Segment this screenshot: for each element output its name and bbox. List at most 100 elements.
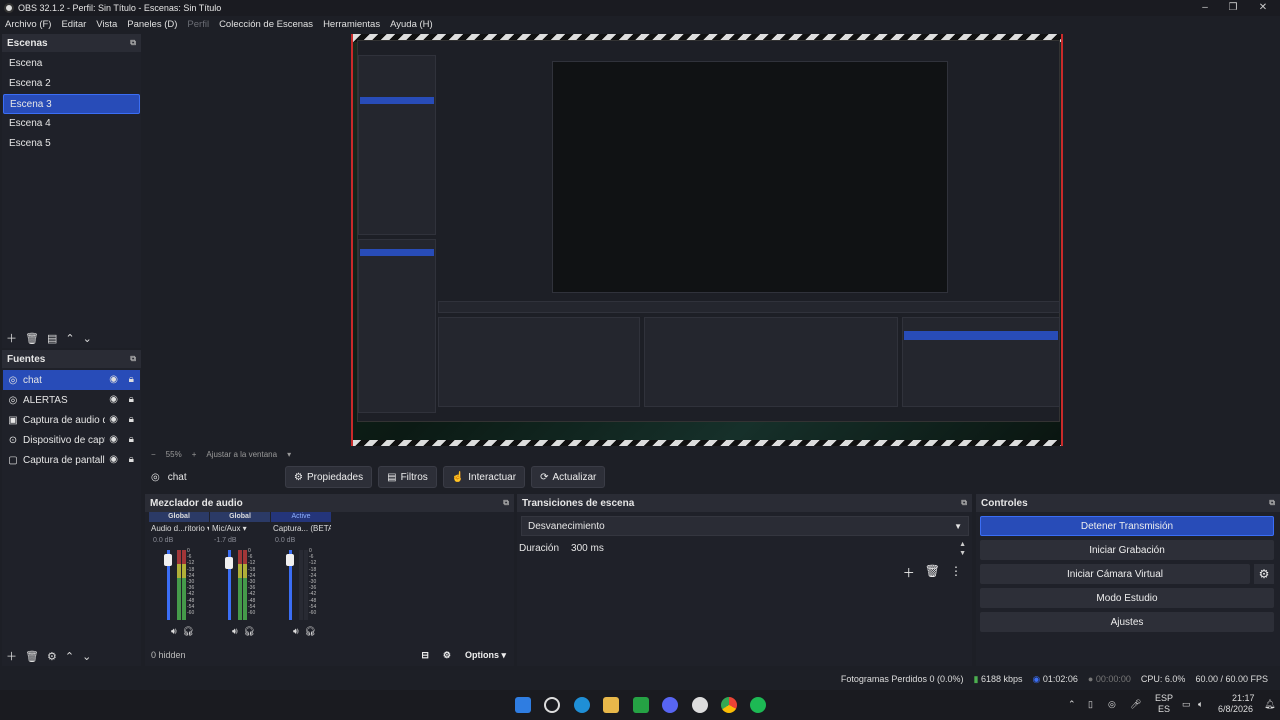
refresh-button[interactable]: ⟳ Actualizar [531, 466, 606, 488]
chrome-icon[interactable] [721, 697, 737, 713]
menu-vista[interactable]: Vista [91, 19, 122, 30]
clock-date[interactable]: 6/8/2026 [1218, 704, 1253, 714]
chevron-up-icon[interactable]: ⌃ [1068, 699, 1076, 710]
speaker-icon[interactable]: 🔊︎ [232, 626, 238, 637]
language-indicator[interactable]: ESP [1155, 693, 1173, 703]
source-item[interactable]: ▣ Captura de audio de ◉ 🔒︎ [3, 410, 140, 430]
scene-filters-icon[interactable]: ▤ [47, 332, 57, 345]
move-down-icon[interactable]: ⌄ [82, 650, 91, 663]
volume-fader-handle[interactable] [225, 557, 233, 569]
duration-stepper[interactable]: ▲ ▼ [959, 540, 966, 558]
remove-source-icon[interactable]: 🗑 [25, 650, 39, 663]
start-virtual-camera-button[interactable]: Iniciar Cámara Virtual [980, 564, 1250, 584]
menu-paneles[interactable]: Paneles (D) [122, 19, 182, 30]
add-scene-icon[interactable]: ＋ [6, 330, 17, 346]
studio-mode-button[interactable]: Modo Estudio [980, 588, 1274, 608]
discord-icon[interactable] [662, 697, 678, 713]
layout-toggle-icon[interactable]: ⊟ [421, 650, 429, 661]
edge-browser-icon[interactable] [574, 697, 590, 713]
remove-transition-icon[interactable]: 🗑 [925, 564, 940, 581]
usb-icon[interactable]: ▯ [1088, 699, 1093, 710]
scene-item[interactable]: Escena 5 [3, 134, 140, 154]
lock-icon[interactable]: 🔒︎ [129, 454, 134, 465]
volume-fader-handle[interactable] [164, 554, 172, 566]
scene-item[interactable]: Escena 4 [3, 114, 140, 134]
properties-button[interactable]: ⚙ Propiedades [285, 466, 373, 488]
visibility-eye-icon[interactable]: ◉ [109, 414, 118, 425]
headphones-icon[interactable]: 🎧︎ [244, 626, 255, 637]
chevron-down-icon[interactable]: ▾ [287, 450, 291, 459]
move-up-icon[interactable]: ⌃ [65, 332, 74, 345]
close-icon[interactable]: ✕ [1248, 0, 1278, 16]
hidden-count[interactable]: 0 hidden [151, 650, 186, 660]
network-icon[interactable]: ▭ [1182, 699, 1191, 710]
channel-name[interactable]: Captura... (BETA) ▾ [271, 522, 331, 536]
interact-button[interactable]: ☝ Interactuar [442, 466, 526, 488]
menu-herramientas[interactable]: Herramientas [318, 19, 385, 30]
notification-icon[interactable]: 🔔︎ [1264, 699, 1275, 710]
spotify-icon[interactable] [750, 697, 766, 713]
transition-select[interactable]: Desvanecimiento ▼ [521, 516, 969, 536]
clock-time[interactable]: 21:17 [1232, 693, 1255, 703]
lock-icon[interactable]: 🔒︎ [129, 394, 134, 405]
headphones-icon[interactable]: 🎧︎ [183, 626, 194, 637]
volume-fader-handle[interactable] [286, 554, 294, 566]
source-item[interactable]: ▢ Captura de pantalla ◉ 🔒︎ [3, 450, 140, 470]
move-up-icon[interactable]: ⌃ [65, 650, 74, 663]
search-icon[interactable] [544, 697, 560, 713]
headphones-icon[interactable]: 🎧︎ [305, 626, 316, 637]
stop-stream-button[interactable]: Detener Transmisión [980, 516, 1274, 536]
zoom-out-icon[interactable]: − [151, 450, 156, 459]
float-dock-icon[interactable]: ⧉ [130, 354, 136, 364]
channel-name[interactable]: Mic/Aux ▾ [210, 522, 270, 536]
whatsapp-icon[interactable] [633, 697, 649, 713]
lock-icon[interactable]: 🔒︎ [129, 414, 134, 425]
speaker-icon[interactable]: 🔊︎ [293, 626, 299, 637]
menu-coleccion-escenas[interactable]: Colección de Escenas [214, 19, 318, 30]
scene-item-selected[interactable]: Escena 3 [3, 94, 140, 114]
source-properties-icon[interactable]: ⚙ [47, 650, 57, 663]
lock-icon[interactable]: 🔒︎ [129, 374, 134, 385]
microphone-icon[interactable]: 🎤︎ [1130, 699, 1141, 710]
scene-item[interactable]: Escena [3, 54, 140, 74]
minimize-icon[interactable]: – [1190, 0, 1220, 16]
duration-input[interactable]: 300 ms [571, 543, 604, 554]
scene-item[interactable]: Escena 2 [3, 74, 140, 94]
visibility-eye-icon[interactable]: ◉ [109, 394, 118, 405]
settings-button[interactable]: Ajustes [980, 612, 1274, 632]
channel-name[interactable]: Audio d...ritorio ▾ [149, 522, 209, 536]
zoom-in-icon[interactable]: + [192, 450, 197, 459]
float-dock-icon[interactable]: ⧉ [130, 38, 136, 48]
float-dock-icon[interactable]: ⧉ [961, 498, 967, 508]
menu-editar[interactable]: Editar [56, 19, 91, 30]
filters-button[interactable]: ▤ Filtros [378, 466, 437, 488]
speaker-icon[interactable]: 🔊︎ [171, 626, 177, 637]
start-recording-button[interactable]: Iniciar Grabación [980, 540, 1274, 560]
obs-taskbar-icon[interactable] [692, 697, 708, 713]
file-explorer-icon[interactable] [603, 697, 619, 713]
options-button[interactable]: Options ▾ [465, 650, 506, 661]
float-dock-icon[interactable]: ⧉ [503, 498, 509, 508]
mixer-settings-icon[interactable]: ⚙ [443, 650, 451, 661]
remove-scene-icon[interactable]: 🗑 [25, 332, 39, 345]
fit-window-select[interactable]: Ajustar a la ventana [206, 450, 277, 459]
visibility-eye-icon[interactable]: ◉ [109, 454, 118, 465]
menu-ayuda[interactable]: Ayuda (H) [385, 19, 438, 30]
more-options-icon[interactable]: ⋮ [950, 564, 962, 581]
move-down-icon[interactable]: ⌄ [83, 332, 92, 345]
visibility-eye-icon[interactable]: ◉ [109, 374, 118, 385]
menu-perfil[interactable]: Perfil [182, 19, 214, 30]
source-item-selected[interactable]: ◎ chat ◉ 🔒︎ [3, 370, 140, 390]
visibility-eye-icon[interactable]: ◉ [109, 434, 118, 445]
source-item[interactable]: ⊙ Dispositivo de capt ◉ 🔒︎ [3, 430, 140, 450]
add-transition-icon[interactable]: ＋ [903, 564, 915, 581]
maximize-icon[interactable]: ❐ [1218, 0, 1248, 16]
preview-area[interactable]: − 55% + Ajustar a la ventana ▾ [145, 34, 1280, 460]
virtual-camera-settings-icon[interactable]: ⚙ [1254, 564, 1274, 584]
source-item[interactable]: ◎ ALERTAS ◉ 🔒︎ [3, 390, 140, 410]
preview-canvas[interactable] [351, 34, 1063, 446]
lock-icon[interactable]: 🔒︎ [129, 434, 134, 445]
obs-tray-icon[interactable]: ◎ [1108, 699, 1116, 710]
volume-icon[interactable]: 🔈︎ [1198, 699, 1203, 710]
menu-archivo[interactable]: Archivo (F) [0, 19, 56, 30]
